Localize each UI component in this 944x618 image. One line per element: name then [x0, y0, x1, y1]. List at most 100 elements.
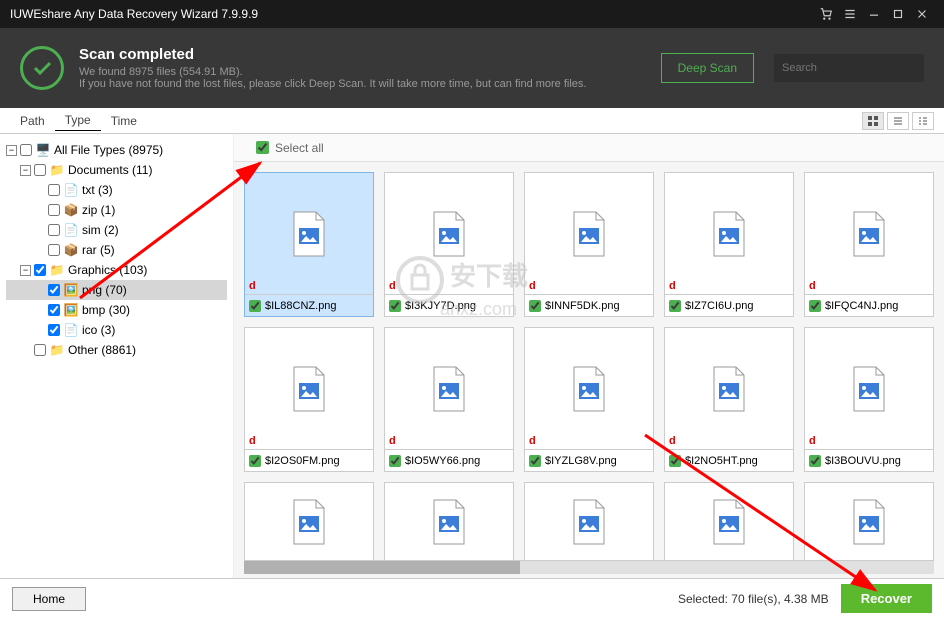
deleted-marker: d	[809, 435, 816, 447]
file-checkbox[interactable]	[389, 300, 401, 312]
file-thumbnail	[805, 328, 933, 449]
recover-button[interactable]: Recover	[841, 584, 932, 613]
file-card[interactable]: d$I2OS0FM.png	[244, 327, 374, 472]
deleted-marker: d	[669, 280, 676, 292]
file-thumbnail	[525, 483, 653, 560]
file-name: $IYZLG8V.png	[545, 455, 617, 467]
file-card[interactable]: d$IZ7CI6U.png	[664, 172, 794, 317]
horizontal-scrollbar[interactable]	[244, 560, 934, 574]
tree-bmp[interactable]: 🖼️bmp (30)	[6, 300, 227, 320]
scan-heading: Scan completed	[79, 46, 586, 63]
file-checkbox[interactable]	[669, 455, 681, 467]
image-icon: 🖼️	[63, 283, 79, 297]
file-thumbnail	[245, 173, 373, 294]
file-name: $I2NO5HT.png	[685, 455, 758, 467]
file-thumbnail	[665, 328, 793, 449]
file-card[interactable]: d $I2NO5HT.png	[664, 327, 794, 472]
file-card[interactable]	[244, 482, 374, 560]
maximize-button[interactable]	[886, 4, 910, 24]
file-checkbox[interactable]	[249, 300, 261, 312]
tab-time[interactable]: Time	[101, 111, 147, 131]
file-card[interactable]	[804, 482, 934, 560]
home-button[interactable]: Home	[12, 587, 86, 611]
image-icon: 🖼️	[63, 303, 79, 317]
file-checkbox[interactable]	[389, 455, 401, 467]
folder-icon: 📁	[49, 343, 65, 357]
file-checkbox[interactable]	[529, 455, 541, 467]
tab-type[interactable]: Type	[55, 110, 101, 131]
deep-scan-button[interactable]: Deep Scan	[661, 53, 754, 83]
folder-icon: 📁	[49, 263, 65, 277]
archive-icon: 📦	[63, 243, 79, 257]
file-card[interactable]	[664, 482, 794, 560]
view-detail-button[interactable]	[912, 112, 934, 130]
deleted-marker: d	[389, 280, 396, 292]
view-grid-button[interactable]	[862, 112, 884, 130]
file-thumbnail	[525, 328, 653, 449]
tree-all-types[interactable]: −🖥️All File Types (8975)	[6, 140, 227, 160]
tree-txt[interactable]: 📄txt (3)	[6, 180, 227, 200]
cart-icon[interactable]	[814, 4, 838, 24]
file-name: $IL88CNZ.png	[265, 300, 337, 312]
file-tree[interactable]: −🖥️All File Types (8975) −📁Documents (11…	[0, 134, 234, 578]
tab-path[interactable]: Path	[10, 111, 55, 131]
titlebar: IUWEshare Any Data Recovery Wizard 7.9.9…	[0, 0, 944, 28]
file-card[interactable]: d $IFQC4NJ.png	[804, 172, 934, 317]
selection-status: Selected: 70 file(s), 4.38 MB	[678, 592, 829, 606]
tree-graphics[interactable]: −📁Graphics (103)	[6, 260, 227, 280]
scan-hint: If you have not found the lost files, pl…	[79, 78, 586, 90]
deleted-marker: d	[389, 435, 396, 447]
select-all-label: Select all	[275, 141, 324, 155]
footer: Home Selected: 70 file(s), 4.38 MB Recov…	[0, 578, 944, 618]
tree-other[interactable]: 📁Other (8861)	[6, 340, 227, 360]
tree-sim[interactable]: 📄sim (2)	[6, 220, 227, 240]
file-thumbnail	[385, 328, 513, 449]
file-checkbox[interactable]	[669, 300, 681, 312]
file-thumbnail	[385, 173, 513, 294]
file-thumbnail	[665, 173, 793, 294]
tree-zip[interactable]: 📦zip (1)	[6, 200, 227, 220]
file-card[interactable]: d $I3BOUVU.png	[804, 327, 934, 472]
select-all-checkbox[interactable]	[256, 141, 269, 154]
drive-icon: 🖥️	[35, 143, 51, 157]
tree-ico[interactable]: 📄ico (3)	[6, 320, 227, 340]
file-grid[interactable]: d$IL88CNZ.pngd$I3KJY7D.pngd$INNF5DK.pngd…	[234, 162, 944, 560]
file-card[interactable]: d $I3KJY7D.png	[384, 172, 514, 317]
file-card[interactable]: d $INNF5DK.png	[524, 172, 654, 317]
deleted-marker: d	[529, 280, 536, 292]
file-checkbox[interactable]	[529, 300, 541, 312]
file-card[interactable]	[384, 482, 514, 560]
select-all-bar[interactable]: Select all	[234, 134, 944, 162]
deleted-marker: d	[669, 435, 676, 447]
scan-summary: We found 8975 files (554.91 MB).	[79, 66, 586, 78]
file-thumbnail	[805, 173, 933, 294]
file-name: $INNF5DK.png	[545, 300, 620, 312]
file-name: $I3KJY7D.png	[405, 300, 476, 312]
file-name: $IFQC4NJ.png	[825, 300, 898, 312]
file-card[interactable]: d$IYZLG8V.png	[524, 327, 654, 472]
file-card[interactable]	[524, 482, 654, 560]
file-card[interactable]: d $IL88CNZ.png	[244, 172, 374, 317]
archive-icon: 📦	[63, 203, 79, 217]
tree-documents[interactable]: −📁Documents (11)	[6, 160, 227, 180]
deleted-marker: d	[249, 280, 256, 292]
file-checkbox[interactable]	[809, 455, 821, 467]
file-thumbnail	[665, 483, 793, 560]
tree-rar[interactable]: 📦rar (5)	[6, 240, 227, 260]
minimize-button[interactable]	[862, 4, 886, 24]
file-name: $I3BOUVU.png	[825, 455, 901, 467]
deleted-marker: d	[809, 280, 816, 292]
menu-icon[interactable]	[838, 4, 862, 24]
search-input[interactable]	[782, 62, 924, 74]
file-thumbnail	[385, 483, 513, 560]
search-box[interactable]	[774, 54, 924, 82]
tree-png[interactable]: 🖼️png (70)	[6, 280, 227, 300]
toolbar: Path Type Time	[0, 108, 944, 134]
file-icon: 📄	[63, 223, 79, 237]
view-list-button[interactable]	[887, 112, 909, 130]
file-checkbox[interactable]	[809, 300, 821, 312]
file-thumbnail	[245, 328, 373, 449]
file-card[interactable]: d$IO5WY66.png	[384, 327, 514, 472]
file-checkbox[interactable]	[249, 455, 261, 467]
close-button[interactable]	[910, 4, 934, 24]
